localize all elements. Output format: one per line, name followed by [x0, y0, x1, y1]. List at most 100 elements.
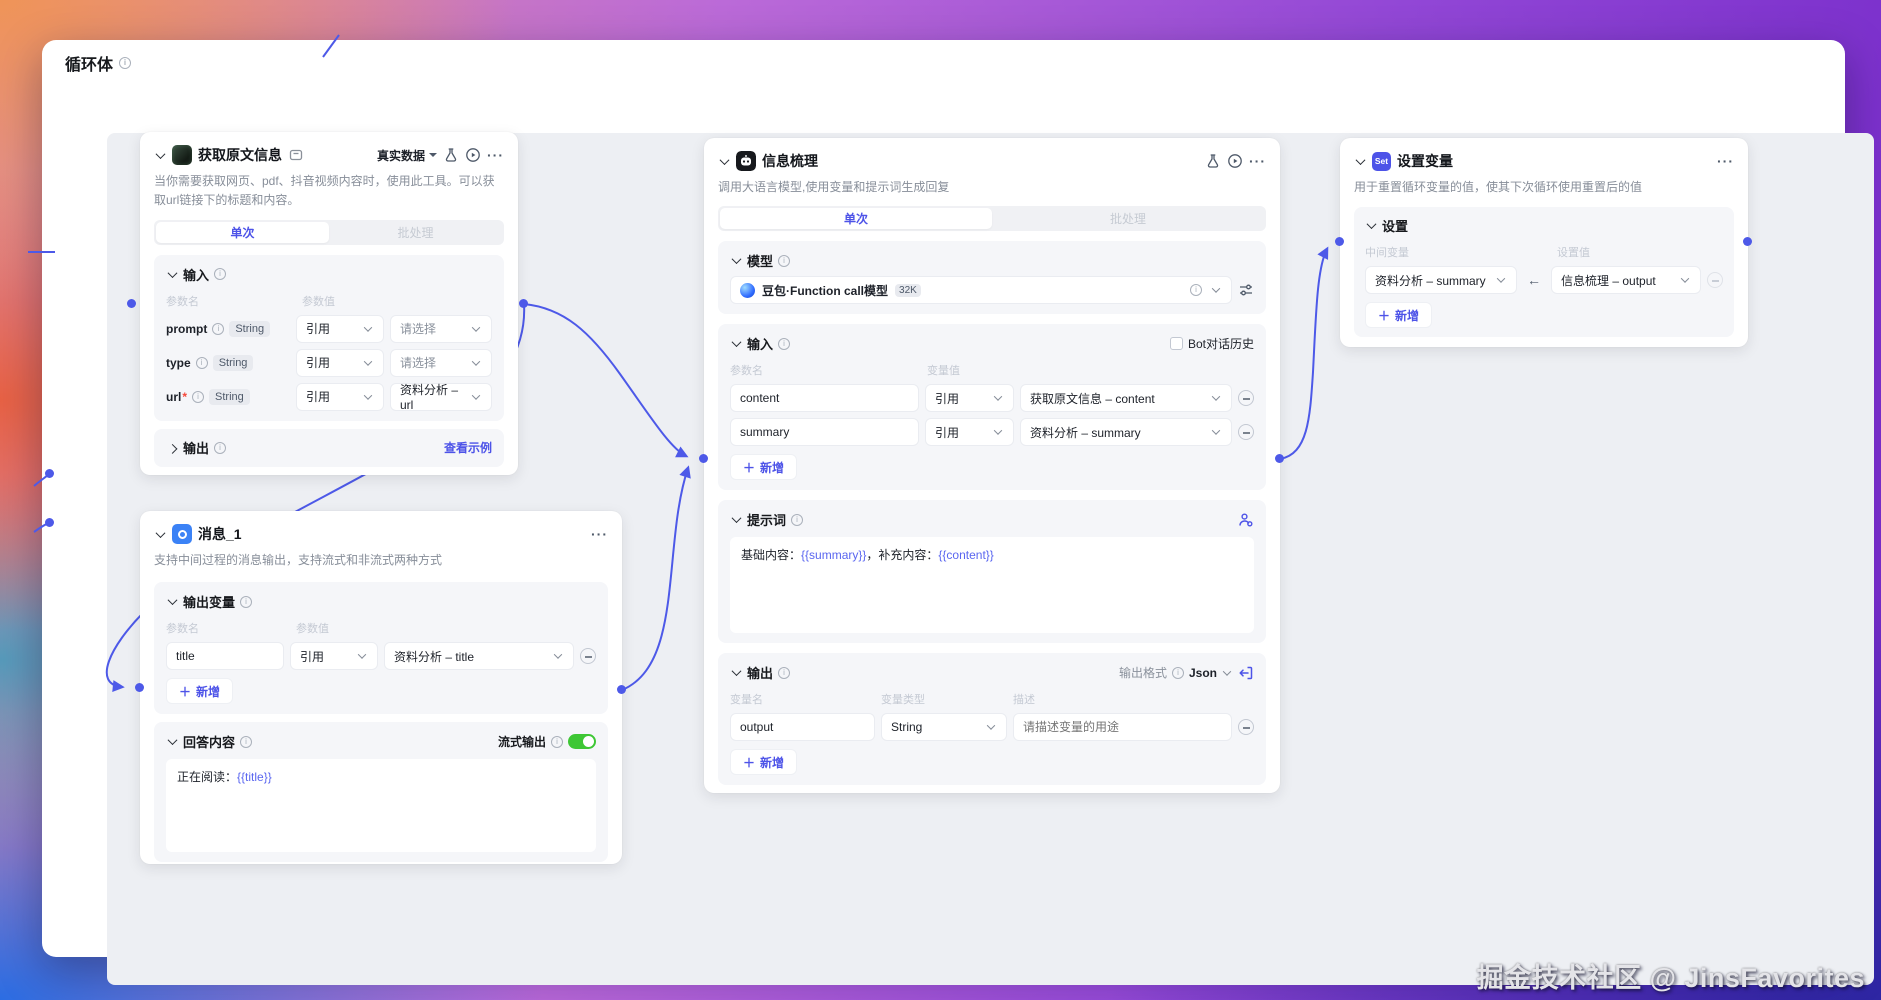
prompt-textarea[interactable]: 基础内容：{{summary}}，补充内容：{{content}} — [730, 537, 1254, 634]
run-play-icon[interactable] — [1227, 153, 1243, 169]
more-menu-icon[interactable]: ··· — [1717, 154, 1734, 168]
section-chevron-icon[interactable] — [166, 268, 178, 280]
node-set-variable[interactable]: Set 设置变量 ··· 用于重置循环变量的值，使其下次循环使用重置后的值 设置… — [1340, 138, 1748, 347]
test-run-flask-icon[interactable] — [1205, 153, 1221, 169]
ref-mode-select[interactable]: 引用 — [290, 642, 378, 671]
collapse-chevron-icon[interactable] — [1354, 155, 1366, 167]
more-menu-icon[interactable]: ··· — [591, 527, 608, 541]
add-row-button[interactable]: ＋新增 — [730, 749, 798, 776]
section-chevron-icon[interactable] — [166, 442, 178, 454]
output-format-select[interactable]: Json — [1189, 666, 1233, 680]
section-chevron-icon[interactable] — [730, 667, 742, 679]
info-icon[interactable] — [214, 441, 227, 454]
import-output-icon[interactable] — [1238, 665, 1254, 681]
ref-value-select[interactable]: 获取原文信息 – content — [1020, 384, 1232, 413]
section-chevron-icon[interactable] — [730, 514, 742, 526]
tab-batch[interactable]: 批处理 — [992, 208, 1264, 229]
var-name-input[interactable] — [730, 384, 919, 413]
ref-mode-select[interactable]: 引用 — [296, 382, 384, 411]
remove-row-icon[interactable] — [1238, 719, 1254, 736]
info-icon[interactable] — [1171, 666, 1184, 679]
node-get-info[interactable]: 获取原文信息 真实数据 ··· 当你需要获取网页、pdf、抖音视频内容时，使用此… — [140, 132, 518, 475]
port-setvar-in[interactable] — [1335, 237, 1344, 246]
ref-value-select[interactable]: 请选择 — [390, 314, 492, 343]
run-play-icon[interactable] — [465, 147, 481, 163]
param-name: url* — [166, 389, 188, 404]
loop-var-select[interactable]: 资料分析 – summary — [1365, 266, 1517, 295]
var-name-input[interactable] — [166, 642, 284, 671]
ref-mode-select[interactable]: 引用 — [925, 418, 1014, 447]
port-message-in[interactable] — [135, 683, 144, 692]
collapse-chevron-icon[interactable] — [154, 149, 166, 161]
test-run-flask-icon[interactable] — [443, 147, 459, 163]
info-icon[interactable] — [551, 735, 563, 748]
info-icon[interactable] — [791, 513, 804, 526]
output-vars-panel: 输出变量 参数名 参数值 引用 资料分析 – title ＋新增 — [154, 582, 608, 715]
section-chevron-icon[interactable] — [166, 596, 178, 608]
add-row-button[interactable]: ＋新增 — [166, 678, 234, 705]
remove-row-icon[interactable] — [1707, 272, 1723, 289]
var-name-input[interactable] — [730, 418, 919, 447]
ref-value-select[interactable]: 资料分析 – url — [390, 382, 492, 412]
port-getinfo-out[interactable] — [519, 299, 528, 308]
section-chevron-icon[interactable] — [730, 255, 742, 267]
port-message-out[interactable] — [617, 685, 626, 694]
port-getinfo-in[interactable] — [127, 299, 136, 308]
ref-mode-select[interactable]: 引用 — [925, 384, 1014, 413]
add-row-button[interactable]: ＋新增 — [1365, 302, 1433, 329]
info-icon[interactable] — [240, 595, 253, 608]
info-icon[interactable] — [240, 735, 253, 748]
info-icon[interactable] — [119, 57, 132, 69]
info-icon[interactable] — [192, 390, 205, 403]
ref-mode-select[interactable]: 引用 — [296, 314, 384, 343]
ref-value-select[interactable]: 资料分析 – title — [384, 642, 574, 671]
ref-mode-select[interactable]: 引用 — [296, 348, 384, 377]
remove-row-icon[interactable] — [1238, 424, 1254, 441]
model-settings-sliders-icon[interactable] — [1238, 282, 1254, 298]
more-menu-icon[interactable]: ··· — [487, 148, 504, 162]
port-llm-in[interactable] — [699, 454, 708, 463]
plugin-card-icon[interactable] — [288, 147, 304, 163]
info-icon[interactable] — [778, 254, 791, 267]
set-value-select[interactable]: 信息梳理 – output — [1551, 266, 1701, 295]
bot-history-label: Bot对话历史 — [1187, 337, 1254, 352]
data-mode-dropdown[interactable]: 真实数据 — [377, 147, 437, 164]
section-chevron-icon[interactable] — [166, 736, 178, 748]
port-llm-out[interactable] — [1275, 454, 1284, 463]
more-menu-icon[interactable]: ··· — [1249, 154, 1266, 168]
info-icon[interactable] — [195, 356, 208, 369]
answer-content-textarea[interactable]: 正在阅读：{{title}} — [166, 759, 596, 853]
remove-row-icon[interactable] — [580, 648, 596, 665]
info-icon[interactable] — [778, 666, 791, 679]
info-icon[interactable] — [778, 337, 791, 350]
view-example-link[interactable]: 查看示例 — [444, 439, 492, 456]
ref-value-select[interactable]: 请选择 — [390, 348, 492, 377]
collapse-chevron-icon[interactable] — [718, 155, 730, 167]
bot-history-checkbox[interactable] — [1169, 337, 1183, 351]
port-loop-edge-a[interactable] — [45, 469, 54, 478]
info-icon[interactable] — [214, 268, 227, 281]
ref-value-select[interactable]: 资料分析 – summary — [1020, 418, 1232, 447]
tab-single[interactable]: 单次 — [156, 221, 329, 243]
add-row-button[interactable]: ＋新增 — [730, 454, 798, 481]
port-setvar-out[interactable] — [1743, 237, 1752, 246]
persona-icon[interactable] — [1238, 512, 1254, 528]
tab-single[interactable]: 单次 — [720, 208, 992, 230]
info-icon[interactable] — [212, 322, 225, 335]
stream-output-toggle[interactable] — [568, 734, 596, 750]
collapse-chevron-icon[interactable] — [154, 528, 166, 540]
remove-row-icon[interactable] — [1238, 390, 1254, 407]
var-desc-input[interactable] — [1013, 713, 1232, 742]
section-chevron-icon[interactable] — [730, 338, 742, 350]
info-icon[interactable] — [1190, 284, 1202, 297]
section-chevron-icon[interactable] — [1365, 220, 1377, 232]
tab-batch[interactable]: 批处理 — [329, 222, 502, 243]
model-select[interactable]: 豆包·Function call模型 32K — [730, 276, 1232, 305]
model-logo-icon — [740, 282, 755, 298]
section-title: 输出 — [747, 666, 774, 682]
var-type-select[interactable]: String — [881, 713, 1007, 742]
port-loop-edge-b[interactable] — [45, 518, 54, 527]
var-name-input[interactable] — [730, 713, 875, 742]
node-message[interactable]: 消息_1 ··· 支持中间过程的消息输出，支持流式和非流式两种方式 输出变量 参… — [140, 511, 622, 864]
node-llm[interactable]: 信息梳理 ··· 调用大语言模型,使用变量和提示词生成回复 单次 批处理 模型 — [704, 138, 1280, 793]
